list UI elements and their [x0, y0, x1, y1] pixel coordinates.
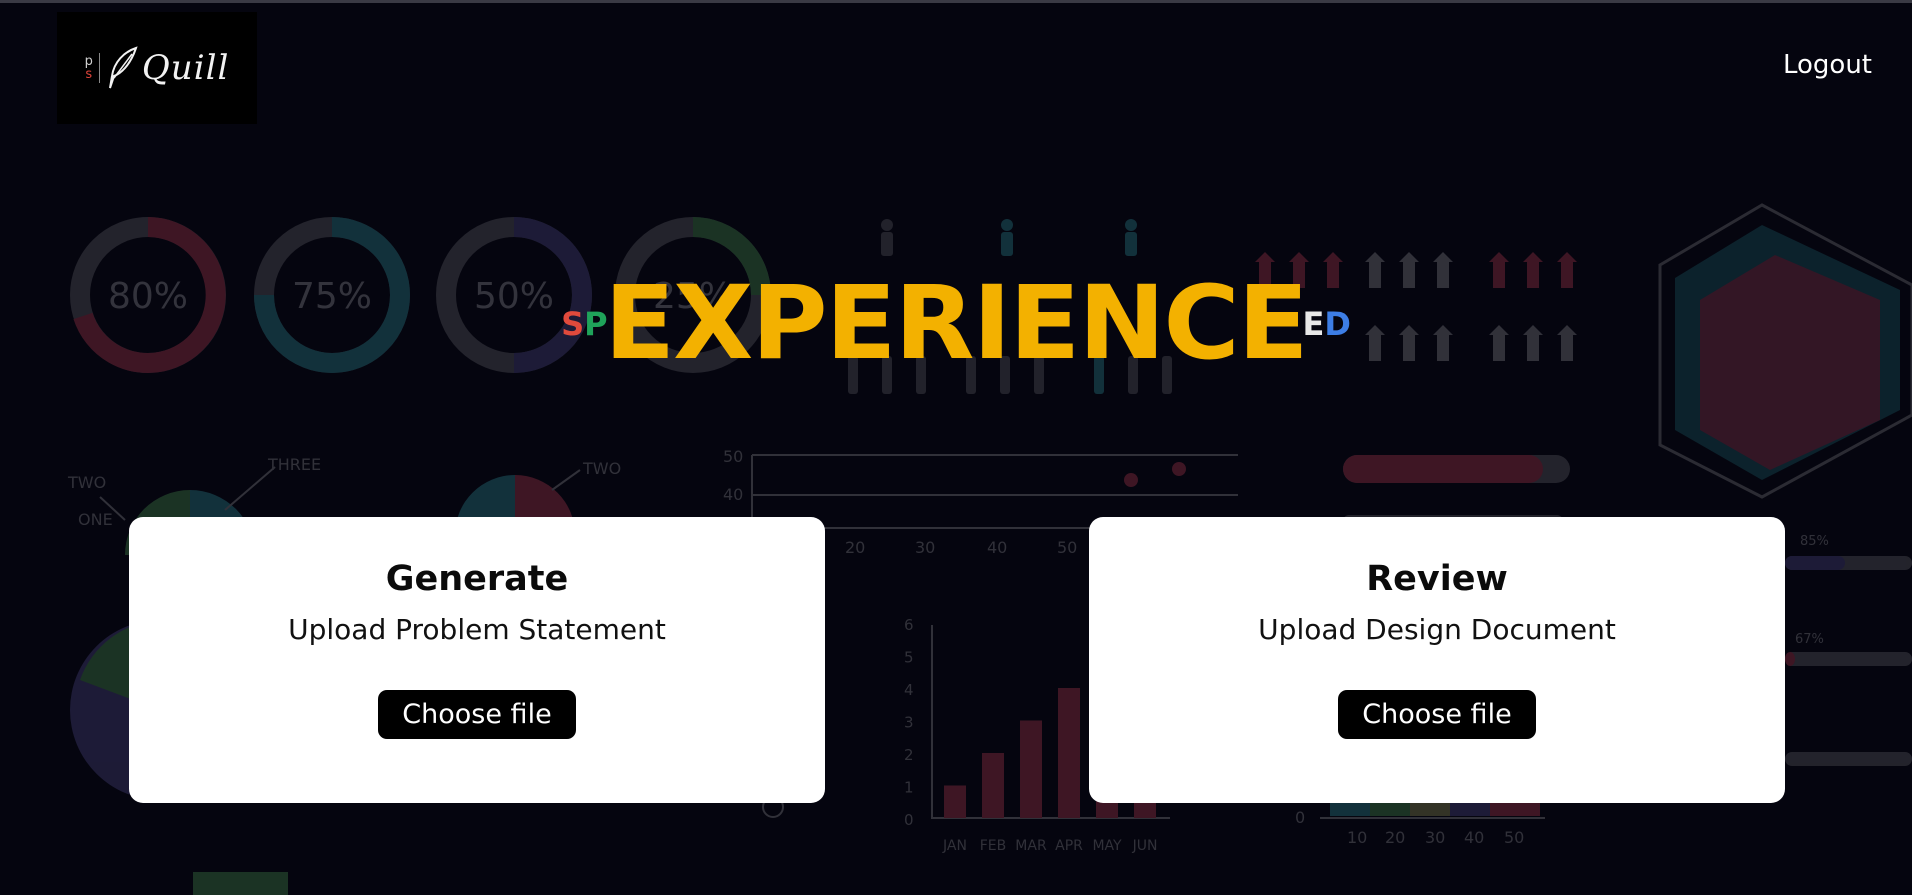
bar-chart-x-tick: MAR — [1015, 838, 1047, 854]
review-card-title: Review — [1366, 559, 1508, 599]
generate-card-subtitle: Upload Problem Statement — [288, 613, 666, 646]
bar-chart-y-tick: 5 — [904, 649, 914, 667]
bar-chart-bar — [982, 753, 1004, 818]
bottom-x-10: 10 — [1347, 828, 1367, 847]
bar-chart-x-tick: APR — [1055, 838, 1083, 854]
logout-link[interactable]: Logout — [1783, 50, 1872, 80]
bottom-x-20: 20 — [1385, 828, 1405, 847]
generate-choose-file-button[interactable]: Choose file — [378, 690, 576, 739]
percent-tag-85: 85% — [1800, 534, 1829, 549]
logo-separator — [98, 53, 100, 83]
bottom-x-30: 30 — [1425, 828, 1445, 847]
bottom-x-40: 40 — [1464, 828, 1484, 847]
pie-label-three: THREE — [267, 455, 321, 474]
hero-main-word: EXPERIENCE — [603, 264, 1309, 383]
bar-chart-x-tick: FEB — [980, 838, 1007, 854]
pie-label-one: ONE — [78, 510, 113, 529]
hero-prefix-s: S — [561, 305, 585, 343]
bar-chart-y-tick: 6 — [904, 616, 914, 634]
hero-title: SP EXPERIENCE ED — [0, 255, 1912, 375]
bar-chart-bar — [1058, 688, 1080, 818]
bottom-x-0: 0 — [1295, 808, 1305, 827]
bottom-x-50: 50 — [1504, 828, 1524, 847]
app-logo[interactable]: p s Quill — [57, 12, 257, 124]
percent-tag-67: 67% — [1795, 632, 1824, 647]
scatter-x-40: 40 — [987, 538, 1007, 557]
feather-icon — [108, 46, 138, 89]
logo-ps-mark: p s — [85, 55, 93, 81]
scatter-y-50: 50 — [723, 447, 743, 466]
generate-card-title: Generate — [385, 559, 569, 599]
scatter-y-40: 40 — [723, 485, 743, 504]
scatter-x-30: 30 — [915, 538, 935, 557]
bar-chart-x-tick: JAN — [942, 838, 967, 854]
bar-chart-y-tick: 3 — [904, 714, 914, 732]
bar-chart-x-tick: MAY — [1092, 838, 1122, 854]
generate-card: Generate Upload Problem Statement Choose… — [129, 517, 825, 803]
bar-chart-bar — [944, 785, 966, 818]
bar-chart-y-tick: 4 — [904, 681, 914, 699]
review-card: Review Upload Design Document Choose fil… — [1089, 517, 1785, 803]
scatter-x-50: 50 — [1057, 538, 1077, 557]
bar-chart-bar — [1020, 720, 1042, 818]
scatter-x-20: 20 — [845, 538, 865, 557]
pie-label-two-b: TWO — [582, 459, 621, 478]
hero-prefix: SP — [561, 305, 608, 343]
logo-letter-s: s — [85, 67, 93, 82]
pie-label-two: TWO — [67, 473, 106, 492]
bar-chart-y-tick: 2 — [904, 746, 914, 764]
hero-suffix: ED — [1302, 305, 1350, 343]
bar-chart-x-tick: JUN — [1132, 838, 1158, 854]
bar-chart-y-tick: 1 — [904, 779, 914, 797]
review-choose-file-button[interactable]: Choose file — [1338, 690, 1536, 739]
review-card-subtitle: Upload Design Document — [1258, 613, 1616, 646]
bar-chart-y-tick: 0 — [904, 811, 914, 829]
logo-wordmark: Quill — [141, 48, 230, 88]
hero-suffix-d: D — [1324, 305, 1351, 343]
